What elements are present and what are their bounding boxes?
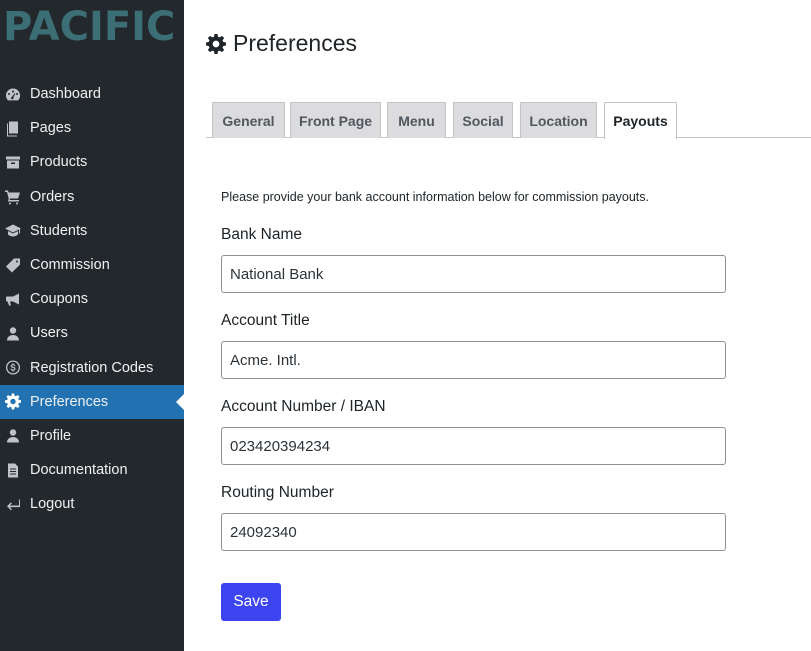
- sidebar-item-label: Pages: [30, 120, 72, 137]
- account-title-input[interactable]: [221, 341, 726, 379]
- sidebar: PACIFIC Dashboard Pages Products Orders …: [0, 0, 184, 651]
- sidebar-item-registration-codes[interactable]: Registration Codes: [0, 351, 184, 385]
- sidebar-item-label: Profile: [30, 427, 72, 444]
- app-logo[interactable]: PACIFIC: [3, 4, 175, 50]
- document-icon: [4, 462, 21, 479]
- payout-intro-text: Please provide your bank account informa…: [221, 190, 649, 204]
- sidebar-item-label: Dashboard: [30, 86, 101, 103]
- preferences-tabs: General Front Page Menu Social Location …: [206, 102, 811, 139]
- sidebar-item-label: Products: [30, 154, 88, 171]
- sidebar-item-label: Users: [30, 325, 68, 342]
- account-number-input[interactable]: [221, 427, 726, 465]
- tab-social[interactable]: Social: [453, 102, 513, 138]
- tab-payouts[interactable]: Payouts: [604, 102, 677, 139]
- user-icon: [4, 325, 21, 342]
- sidebar-item-logout[interactable]: Logout: [0, 487, 184, 521]
- sidebar-item-label: Students: [30, 222, 88, 239]
- sidebar-nav: Dashboard Pages Products Orders Students…: [0, 77, 184, 521]
- tab-location[interactable]: Location: [520, 102, 597, 138]
- tab-menu[interactable]: Menu: [387, 102, 446, 138]
- sidebar-item-dashboard[interactable]: Dashboard: [0, 77, 184, 111]
- save-button[interactable]: Save: [221, 583, 281, 621]
- pages-icon: [4, 120, 21, 137]
- graduation-cap-icon: [4, 222, 21, 239]
- sidebar-item-commission[interactable]: Commission: [0, 248, 184, 282]
- cart-icon: [4, 188, 21, 205]
- sidebar-item-label: Logout: [30, 496, 75, 513]
- account-title-label: Account Title: [221, 312, 310, 329]
- sidebar-item-label: Documentation: [30, 462, 128, 479]
- routing-number-input[interactable]: [221, 513, 726, 551]
- sidebar-item-label: Coupons: [30, 291, 89, 308]
- sidebar-item-products[interactable]: Products: [0, 145, 184, 179]
- page-title-text: Preferences: [233, 30, 358, 56]
- page-title: Preferences: [206, 30, 357, 57]
- gear-icon: [4, 393, 21, 410]
- tab-general[interactable]: General: [212, 102, 285, 138]
- sidebar-item-students[interactable]: Students: [0, 214, 184, 248]
- sidebar-item-coupons[interactable]: Coupons: [0, 282, 184, 316]
- sidebar-item-profile[interactable]: Profile: [0, 419, 184, 453]
- bank-name-input[interactable]: [221, 255, 726, 293]
- dashboard-icon: [4, 86, 21, 103]
- archive-icon: [4, 154, 21, 171]
- megaphone-icon: [4, 291, 21, 308]
- sidebar-item-label: Orders: [30, 188, 75, 205]
- logout-arrow-icon: [4, 496, 21, 513]
- user-icon: [4, 427, 21, 444]
- sidebar-item-label: Registration Codes: [30, 359, 154, 376]
- dollar-circle-icon: [4, 359, 21, 376]
- account-number-label: Account Number / IBAN: [221, 398, 386, 415]
- gear-icon: [206, 33, 226, 54]
- bank-name-label: Bank Name: [221, 226, 302, 243]
- tag-icon: [4, 257, 21, 274]
- sidebar-item-users[interactable]: Users: [0, 316, 184, 350]
- routing-number-label: Routing Number: [221, 484, 334, 501]
- sidebar-item-documentation[interactable]: Documentation: [0, 453, 184, 487]
- tab-front-page[interactable]: Front Page: [290, 102, 381, 138]
- sidebar-item-orders[interactable]: Orders: [0, 180, 184, 214]
- sidebar-item-pages[interactable]: Pages: [0, 111, 184, 145]
- sidebar-item-label: Preferences: [30, 393, 109, 410]
- sidebar-item-preferences[interactable]: Preferences: [0, 384, 184, 419]
- sidebar-item-label: Commission: [30, 257, 110, 274]
